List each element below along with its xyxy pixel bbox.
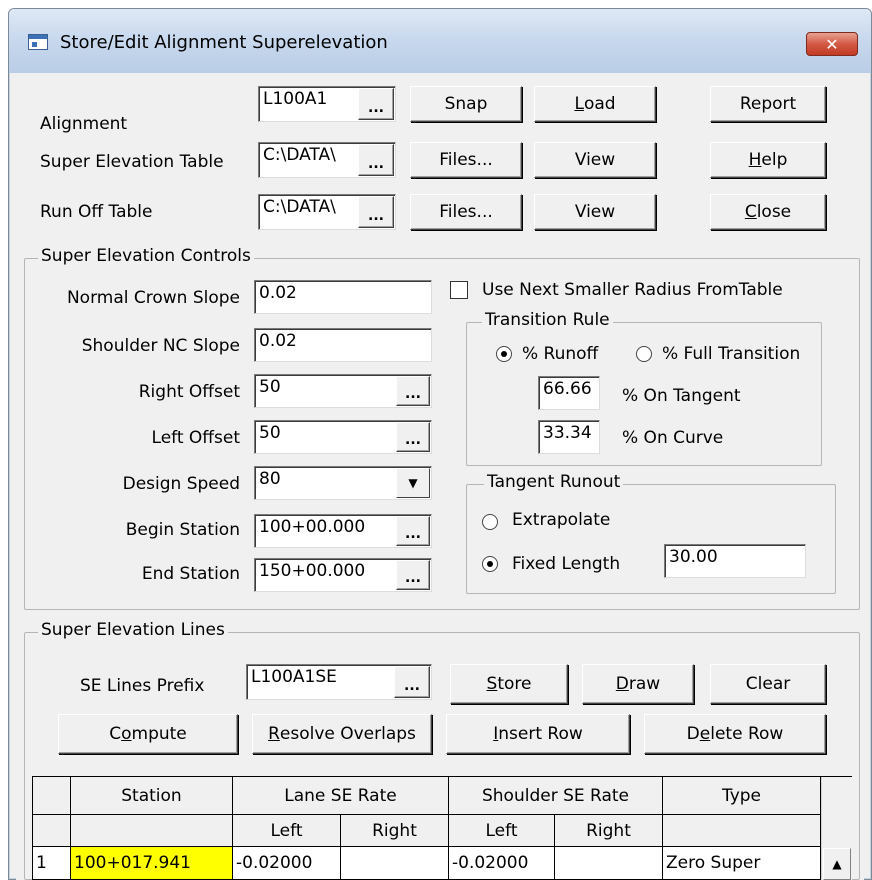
report-button[interactable]: Report [710, 86, 826, 122]
end-station-browse-button[interactable]: ... [396, 560, 430, 590]
fixed-length-radio[interactable] [482, 556, 498, 572]
delete-row-button[interactable]: De lete Row [644, 714, 826, 754]
window-title: Store/Edit Alignment Superelevation [60, 32, 388, 53]
shoulder-se-rate-header[interactable]: Shoulder SE Rate [449, 777, 663, 815]
runoff-files-button[interactable]: Files... [410, 194, 522, 230]
lane-left-header[interactable]: Left [233, 815, 341, 847]
se-lines-prefix-browse-button[interactable]: ... [394, 666, 430, 698]
begin-station-label: Begin Station [125, 520, 240, 540]
station-cell[interactable]: 100+017.941 [71, 847, 233, 880]
help-button[interactable]: Help [710, 142, 826, 178]
grid-corner-header [33, 777, 71, 815]
runoff-table-browse-button[interactable]: ... [358, 196, 394, 228]
alignment-browse-button[interactable]: ... [358, 88, 394, 120]
design-speed-label: Design Speed [122, 474, 240, 494]
normal-crown-field[interactable]: 0.02 [254, 280, 432, 314]
runoff-radio-label: % Runoff [522, 344, 599, 364]
normal-crown-label: Normal Crown Slope [66, 288, 240, 308]
left-offset-browse-button[interactable]: ... [396, 422, 430, 452]
right-offset-label: Right Offset [138, 382, 240, 402]
se-table-view-button[interactable]: View [534, 142, 656, 178]
store-button[interactable]: Store [450, 664, 568, 704]
app-icon [28, 34, 48, 50]
type-subheader [663, 815, 821, 847]
begin-station-browse-button[interactable]: ... [396, 516, 430, 546]
snap-button[interactable]: Snap [410, 86, 522, 122]
super-elevation-controls-title: Super Elevation Controls [38, 246, 254, 266]
lane-right-cell[interactable] [341, 847, 449, 880]
compute-button[interactable]: Co mpute [58, 714, 238, 754]
lane-left-cell[interactable]: -0.02000 [233, 847, 341, 880]
end-station-label: End Station [141, 564, 240, 584]
shoulder-right-header[interactable]: Right [555, 815, 663, 847]
se-table-files-button[interactable]: Files... [410, 142, 522, 178]
se-table-browse-button[interactable]: ... [358, 144, 394, 176]
type-column-header[interactable]: Type [663, 777, 821, 815]
load-button[interactable]: Load [534, 86, 656, 122]
on-tangent-label: % On Tangent [622, 386, 741, 406]
shoulder-nc-field[interactable]: 0.02 [254, 328, 432, 362]
on-tangent-field[interactable]: 66.66 [538, 376, 600, 410]
tangent-runout-title: Tangent Runout [484, 472, 624, 492]
shoulder-right-cell[interactable] [555, 847, 663, 880]
scroll-up-arrow-icon[interactable]: ▲ [823, 848, 851, 880]
runoff-view-button[interactable]: View [534, 194, 656, 230]
shoulder-nc-label: Shoulder NC Slope [81, 336, 240, 356]
super-elevation-lines-title: Super Elevation Lines [38, 620, 228, 640]
se-table-label: Super Elevation Table [40, 152, 224, 172]
shoulder-left-cell[interactable]: -0.02000 [449, 847, 555, 880]
se-lines-prefix-label: SE Lines Prefix [80, 676, 205, 696]
lane-right-header[interactable]: Right [341, 815, 449, 847]
shoulder-left-header[interactable]: Left [449, 815, 555, 847]
close-button[interactable]: Close [710, 194, 826, 230]
on-curve-label: % On Curve [622, 428, 724, 448]
runoff-table-label: Run Off Table [40, 202, 153, 222]
left-offset-label: Left Offset [151, 428, 240, 448]
clear-button[interactable]: Clear [710, 664, 826, 704]
chevron-down-icon[interactable]: ▼ [396, 468, 430, 498]
station-column-header[interactable]: Station [71, 777, 233, 815]
insert-row-button[interactable]: Insert Row [446, 714, 630, 754]
runoff-radio[interactable] [496, 346, 512, 362]
close-window-button[interactable]: ✕ [806, 32, 858, 56]
extrapolate-radio[interactable] [482, 514, 498, 530]
use-next-smaller-checkbox[interactable] [450, 281, 468, 299]
station-subheader [71, 815, 233, 847]
use-next-smaller-label: Use Next Smaller Radius FromTable [482, 280, 783, 300]
full-transition-radio[interactable] [636, 346, 652, 362]
fixed-length-field[interactable]: 30.00 [664, 544, 806, 578]
right-offset-browse-button[interactable]: ... [396, 376, 430, 406]
draw-button[interactable]: Draw [582, 664, 694, 704]
lane-se-rate-header[interactable]: Lane SE Rate [233, 777, 449, 815]
type-cell[interactable]: Zero Super [663, 847, 821, 880]
transition-rule-title: Transition Rule [482, 310, 613, 330]
resolve-overlaps-button[interactable]: Resolve Overlaps [252, 714, 432, 754]
on-curve-field[interactable]: 33.34 [538, 420, 600, 454]
extrapolate-label: Extrapolate [512, 510, 611, 530]
alignment-label: Alignment [40, 114, 128, 134]
close-icon: ✕ [825, 34, 839, 54]
full-transition-label: % Full Transition [662, 344, 801, 364]
grid-subheader-blank [33, 815, 71, 847]
fixed-length-label: Fixed Length [512, 554, 621, 574]
row-number[interactable]: 1 [33, 847, 71, 880]
